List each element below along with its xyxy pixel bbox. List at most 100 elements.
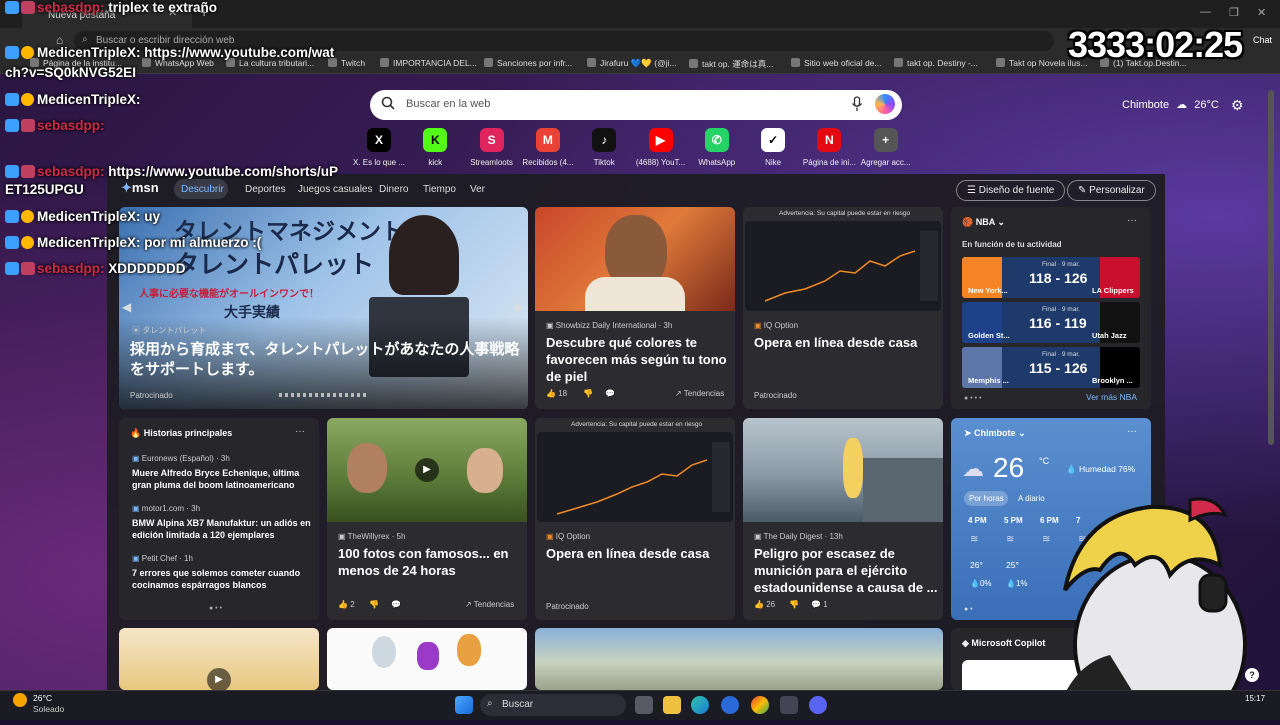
pager-dots[interactable]: ● •: [964, 606, 973, 613]
weather-location[interactable]: ➤ Chimbote ⌄: [964, 428, 1026, 439]
game-score: 116 - 119: [1029, 315, 1087, 331]
bookmark-label: takt op. Destiny -...: [907, 58, 978, 68]
chat-text: ET125UPGU: [5, 182, 84, 197]
comment-icon[interactable]: 💬: [605, 389, 615, 398]
quicklink-label: Agregar acc...: [860, 158, 911, 167]
file-explorer-icon[interactable]: [663, 696, 681, 714]
chat-text: por mi almuerzo :(: [144, 235, 262, 250]
comment-icon[interactable]: 💬: [391, 600, 401, 609]
sub-badge-icon: [21, 236, 34, 249]
play-icon[interactable]: ▶: [207, 668, 231, 690]
bottom-card-toys[interactable]: [327, 628, 527, 690]
pager-dots[interactable]: ● • •: [209, 605, 222, 612]
bookmark-item[interactable]: Sanciones por infr...: [484, 58, 572, 68]
comment-button[interactable]: 💬 1: [811, 600, 828, 609]
feed-design-button[interactable]: ☰ Diseño de fuente: [956, 180, 1066, 201]
hour-rain: 💧0%: [970, 579, 992, 588]
nav-deportes[interactable]: Deportes: [245, 184, 286, 195]
play-icon[interactable]: ▶: [415, 458, 439, 482]
personalize-button[interactable]: ✎ Personalizar: [1067, 180, 1156, 201]
nba-game-row[interactable]: Final · 9 mar. 116 - 119 Golden St... Utah …: [962, 302, 1140, 343]
windows-start-icon[interactable]: [455, 696, 473, 714]
hero-title: 採用から育成まで、タレントパレットがあなたの人事戦略をサポートします。: [130, 341, 520, 378]
thumbs-down-icon[interactable]: 👎: [369, 600, 379, 609]
like-button[interactable]: 👍 26: [754, 600, 775, 609]
ad-card-iq-option[interactable]: Advertencia: Su capital puede estar en r…: [743, 207, 943, 409]
nba-scores-card[interactable]: 🏀 NBA ⌄ ··· En función de tu actividad ●…: [951, 207, 1151, 409]
article-card-munition[interactable]: ▣ The Daily Digest · 13h Peligro por esc…: [743, 418, 943, 620]
article-image: [535, 207, 735, 311]
bottom-card-food[interactable]: ▶: [119, 628, 319, 690]
hero-sponsored: Patrocinado: [130, 391, 173, 400]
nba-game-row[interactable]: Final · 9 mar. 118 - 126 New York... LA Cli…: [962, 257, 1140, 298]
like-button[interactable]: 👍 2: [338, 600, 355, 609]
nav-juegos-casuales[interactable]: Juegos casuales: [298, 184, 373, 195]
sunny-weather-icon[interactable]: [13, 693, 27, 707]
task-view-icon[interactable]: [635, 696, 653, 714]
more-options-icon[interactable]: ···: [1127, 215, 1137, 226]
nba-header[interactable]: 🏀 NBA ⌄: [962, 217, 1005, 228]
carousel-prev-icon[interactable]: ◀: [122, 300, 131, 314]
cloudy-icon: ☁: [962, 456, 984, 481]
bottom-card-aerial[interactable]: [535, 628, 943, 690]
see-more-nba-link[interactable]: Ver más NBA: [1086, 392, 1137, 402]
chrome-icon[interactable]: [751, 696, 769, 714]
chat-message: sebasdpp: XDDDDDDD: [5, 261, 186, 276]
chat-message: MedicenTripleX: uy: [5, 209, 160, 224]
story-item[interactable]: ▣ Euronews (Español) · 3h Muere Alfredo B…: [132, 454, 312, 491]
taskbar-search[interactable]: Buscar: [480, 694, 626, 716]
nav-dinero[interactable]: Dinero: [379, 184, 408, 195]
like-button[interactable]: 👍 18: [546, 389, 567, 398]
scrollbar-thumb[interactable]: [1268, 90, 1274, 445]
sword-badge-icon: [5, 46, 19, 59]
story-item[interactable]: ▣ motor1.com · 3h BMW Alpina XB7 Manufakt…: [132, 504, 312, 541]
carousel-next-icon[interactable]: ▶: [515, 300, 524, 314]
maximize-icon[interactable]: ❐: [1229, 6, 1239, 19]
more-options-icon[interactable]: ···: [1127, 426, 1137, 437]
carousel-dots[interactable]: [279, 393, 369, 397]
story-source-text: Euronews (Español) · 3h: [141, 454, 230, 463]
nav-descubrir[interactable]: Descubrir: [174, 179, 228, 199]
microphone-icon[interactable]: [851, 96, 863, 112]
discord-icon[interactable]: [809, 696, 827, 714]
settings-icon[interactable]: [780, 696, 798, 714]
copilot-card-title: ◈ Microsoft Copilot: [962, 638, 1046, 648]
settings-gear-icon[interactable]: ⚙: [1231, 97, 1244, 114]
source-logo-icon: ▣: [338, 532, 348, 541]
source-logo-icon: ▣: [132, 504, 142, 513]
iq-option-logo-icon: ▣: [546, 532, 556, 541]
bookmark-item[interactable]: takt op. 運命は真...: [689, 58, 773, 70]
close-window-icon[interactable]: ✕: [1257, 6, 1266, 19]
app-c-icon[interactable]: [721, 696, 739, 714]
bookmark-item[interactable]: IMPORTANCIA DEL...: [380, 58, 477, 68]
article-card-colors[interactable]: ▣ Showbizz Daily International · 3h Desc…: [535, 207, 735, 409]
taskbar-weather-temp[interactable]: 26°C: [33, 693, 52, 703]
more-options-icon[interactable]: ···: [295, 426, 305, 437]
bookmark-item[interactable]: Sitio web oficial de...: [791, 58, 881, 68]
nba-game-row[interactable]: Final · 9 mar. 115 - 126 Memphis ... Brookl…: [962, 347, 1140, 388]
msn-logo[interactable]: ✦msn: [121, 180, 159, 196]
quicklink-10[interactable]: + Agregar acc...: [851, 128, 921, 167]
weather-temp: 26: [993, 452, 1025, 483]
story-item[interactable]: ▣ Petit Chef · 1h 7 errores que solemos c…: [132, 554, 312, 591]
clock[interactable]: 15:17: [1245, 694, 1265, 703]
search-icon: ⌕: [487, 698, 493, 709]
thumbs-down-icon[interactable]: 👎: [583, 389, 593, 398]
pager-dots[interactable]: ● • • •: [964, 395, 981, 402]
ad-card-iq-option-2[interactable]: Advertencia: Su capital puede estar en r…: [535, 418, 735, 620]
header-weather[interactable]: Chimbote ☁ 26°C: [1122, 98, 1219, 111]
bookmark-item[interactable]: Jirafuru 💙💛 (@ji...: [587, 58, 677, 69]
bookmark-item[interactable]: takt op. Destiny -...: [894, 58, 978, 68]
minimize-icon[interactable]: —: [1200, 6, 1211, 18]
bookmark-label: Twitch: [341, 58, 366, 68]
away-team-name: LA Clippers: [1092, 286, 1134, 295]
nav-tiempo[interactable]: Tiempo: [423, 184, 456, 195]
video-card-willyrex[interactable]: ▶ ▣ TheWillyrex · 5h 100 fotos con famos…: [327, 418, 527, 620]
copilot-icon[interactable]: [875, 94, 895, 114]
thumbs-down-icon[interactable]: 👎: [789, 600, 799, 609]
streamer-avatar: [1040, 495, 1250, 725]
edge-browser-icon[interactable]: [691, 696, 709, 714]
tab-hourly[interactable]: Por horas: [964, 491, 1008, 506]
chat-label[interactable]: Chat: [1253, 35, 1272, 45]
nav-ver[interactable]: Ver: [470, 184, 485, 195]
